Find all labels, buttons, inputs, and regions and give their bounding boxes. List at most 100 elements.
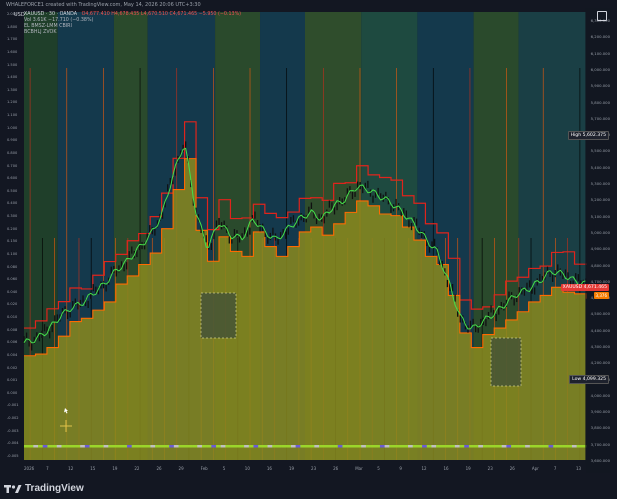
signal-bar-segment [112, 445, 118, 448]
signal-bar-segment [548, 445, 554, 448]
signal-bar-segment [56, 445, 62, 448]
signal-bar-segment [239, 445, 245, 448]
chart-header: USD XAUUSD · 30 · OANDA O4,677.410 H4,67… [10, 8, 570, 42]
signal-bar-segment [356, 445, 362, 448]
left-axis-label: -0.002 [7, 416, 19, 421]
time-axis-label: 5 [377, 466, 380, 471]
right-axis-label: 5,100.000 [590, 213, 610, 219]
signal-bar-segment [571, 445, 577, 448]
signal-bar-segment [28, 445, 34, 448]
time-axis[interactable]: 2026 7 12 15 19 22 26 29 Feb 5 10 16 19 23 26 Mar 5 9 12 16… [6, 464, 586, 473]
time-axis-label: 23 [311, 466, 317, 471]
signal-bar-segment [300, 445, 306, 448]
time-axis-label: 5 [222, 466, 226, 471]
left-axis-label: 1.200 [7, 100, 18, 105]
signal-bar-segment [459, 445, 465, 448]
signal-bar-segment [501, 445, 507, 448]
signal-bar-segment [515, 445, 521, 448]
signal-bar-segment [197, 445, 203, 448]
signal-bar-segment [370, 445, 376, 448]
signal-bar-segment [216, 445, 221, 448]
footer: TradingView [0, 478, 617, 499]
signal-bar-segment [136, 445, 142, 448]
volume-text: Vol 3.61K −17.710 (−0.38%) [24, 18, 94, 23]
signal-bar-segment [286, 445, 292, 448]
left-axis-label: -0.005 [7, 454, 19, 458]
left-axis-label: 1.600 [7, 49, 18, 54]
left-axis-label: 0.080 [7, 264, 18, 269]
indicator-1[interactable]: EL BMSZ-LMM CBIRI [24, 24, 72, 29]
time-axis-label: 29 [178, 466, 184, 471]
right-axis-label: 5,000.000 [590, 229, 610, 235]
left-axis-label: 0.010 [7, 315, 18, 320]
signal-bar-segment [52, 445, 58, 448]
dashed-box [200, 292, 237, 339]
time-axis-label: 16 [443, 466, 449, 471]
time-axis-label: 12 [68, 466, 74, 471]
signal-bar-segment [178, 445, 184, 448]
signal-bar-segment [445, 445, 451, 448]
left-axis-label: 0.150 [7, 239, 18, 244]
time-axis-label: 7 [553, 466, 557, 471]
right-axis-label: 5,200.000 [590, 197, 610, 203]
right-axis-label: 4,300.000 [590, 343, 610, 349]
signal-bar-segment [520, 445, 526, 448]
left-axis-label: 0.300 [7, 214, 18, 219]
left-axis-label: 1.300 [7, 87, 18, 92]
left-axis-label: 0.700 [7, 163, 18, 168]
low-value: 4,099.325 [582, 377, 606, 382]
left-axis-label: 0.600 [7, 176, 18, 181]
signal-bar-segment [412, 445, 418, 448]
signal-bar-segment [150, 445, 156, 448]
signal-bar-segment [258, 445, 264, 448]
signal-bar-segment [482, 445, 488, 448]
signal-bar-segment [431, 445, 437, 448]
signal-bar-segment [38, 445, 44, 448]
left-axis-label: 0.100 [7, 251, 18, 256]
signal-bar-segment [141, 445, 147, 448]
signal-bar-segment [379, 445, 385, 448]
signal-bar-segment [576, 445, 582, 448]
left-axis-label: 0.020 [7, 302, 18, 307]
time-axis-label: 19 [288, 466, 295, 471]
signal-bar-segment [145, 445, 151, 448]
signal-bar-segment [492, 445, 498, 448]
signal-bar-segment [61, 445, 67, 448]
signal-bar-segment [201, 445, 207, 448]
chart-area[interactable]: 2.000 1.800 1.700 1.600 1.500 1.400 1.300 1.200… [6, 8, 611, 473]
signal-bar-segment [267, 445, 273, 448]
right-axis[interactable]: 6,300.000 6,200.000 6,100.000 6,000.000 5,90… [585, 8, 611, 473]
tradingview-logo[interactable]: TradingView [4, 483, 84, 494]
signal-bar-segment [66, 445, 72, 448]
high-price-tag: High 5,602.375 [567, 131, 609, 140]
signal-bar-segment [464, 445, 470, 448]
last-sub-tag: 3,376 [593, 292, 609, 299]
left-axis-label: 0.500 [7, 188, 18, 193]
signal-bar-segment [333, 445, 339, 448]
signal-bar-segment [403, 445, 409, 448]
tradingview-wordmark: TradingView [25, 483, 84, 494]
high-label: High [570, 133, 582, 138]
signal-bar-segment [319, 445, 325, 448]
signal-bar-segment [253, 445, 259, 448]
signal-bar-segment [384, 445, 390, 448]
symbol-line[interactable]: XAUUSD · 30 · OANDA O4,677.410 H4,678.43… [24, 12, 241, 17]
signal-bar-segment [365, 445, 371, 448]
left-axis-label: 0.200 [7, 226, 18, 231]
indicator-2[interactable]: BCBHLJ ZVOK [24, 30, 56, 35]
signal-bar-segment [70, 445, 76, 448]
time-axis-label: 9 [399, 466, 402, 471]
signal-bar-segment [173, 445, 179, 448]
price-chart[interactable] [6, 8, 611, 473]
signal-bar-segment [290, 445, 296, 448]
signal-bar-segment [75, 445, 81, 448]
left-axis-label: 1.500 [7, 62, 18, 67]
signal-bar-segment [94, 445, 100, 448]
time-axis-label: 22 [134, 466, 140, 471]
last-price-tag: XAUUSD 4,671.465 [560, 284, 609, 291]
signal-bar-segment [103, 445, 109, 448]
signal-bar-segment [117, 445, 123, 448]
expand-icon[interactable] [597, 11, 607, 21]
signal-bar-segment [211, 445, 217, 448]
symbol-title[interactable]: XAUUSD · 30 · OANDA [24, 12, 77, 17]
